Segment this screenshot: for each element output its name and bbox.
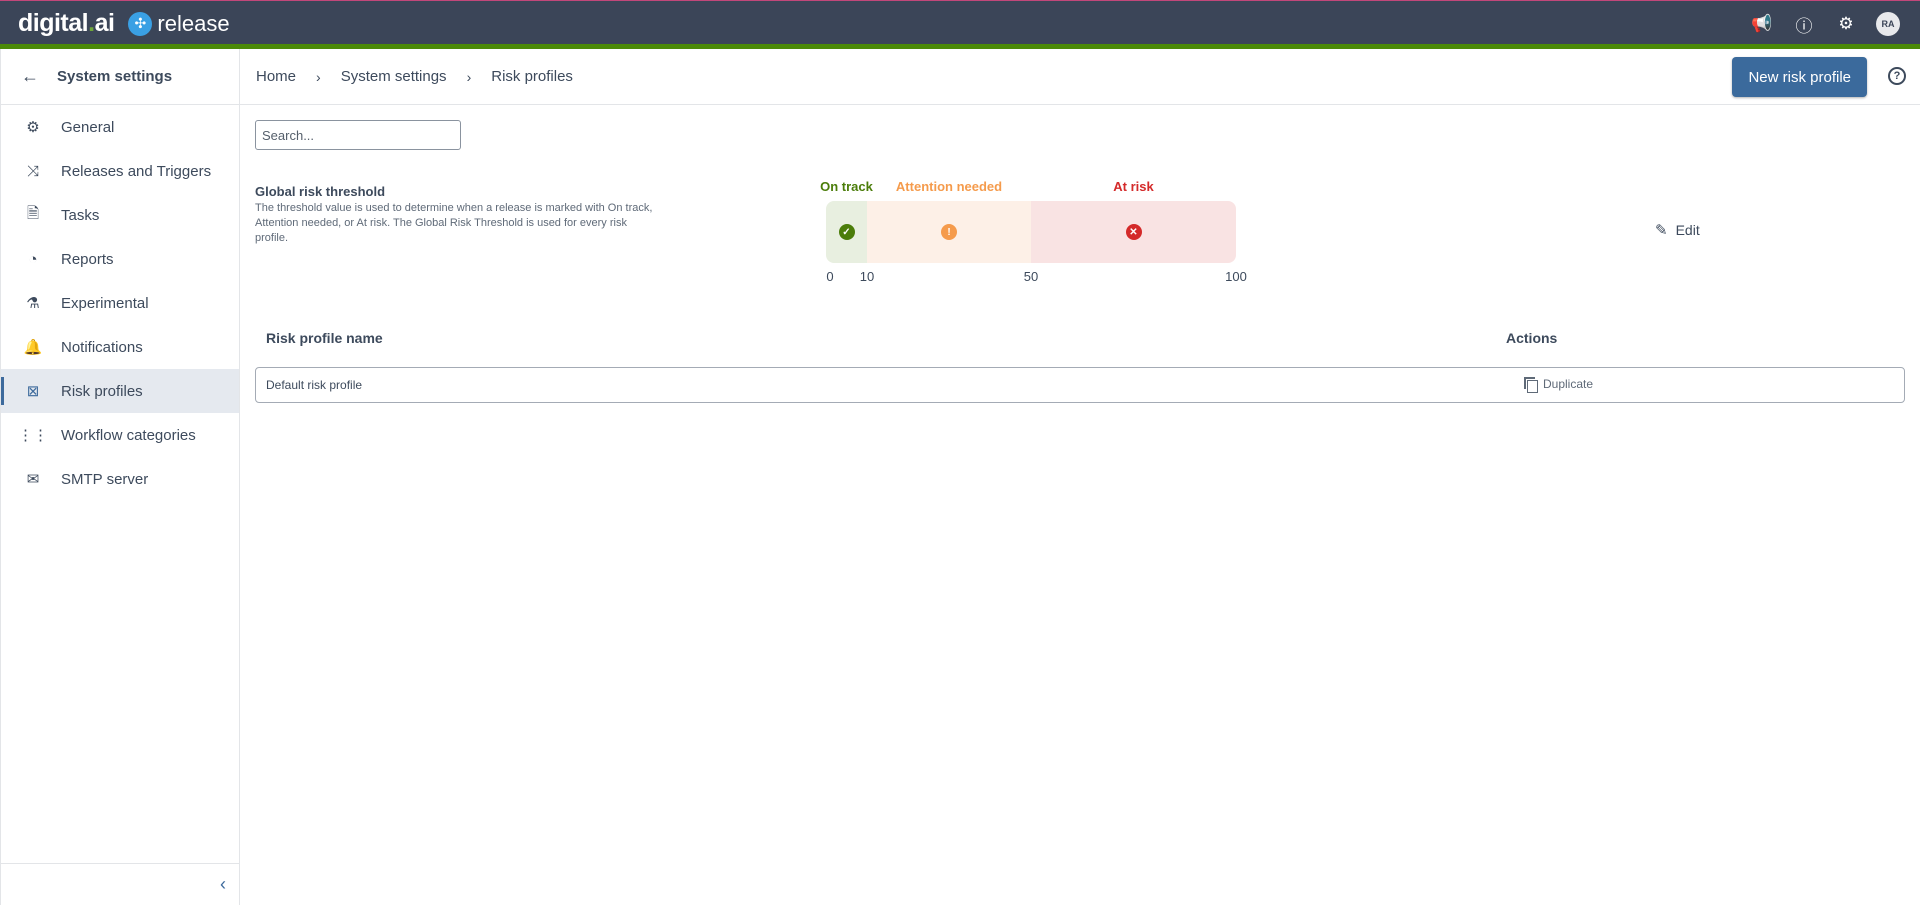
sidebar-item-releases-and-triggers[interactable]: ⤨ Releases and Triggers (1, 149, 239, 193)
segment-label: On track (820, 179, 873, 194)
table-row[interactable]: Default risk profile Duplicate (255, 367, 1905, 403)
edit-label: Edit (1675, 222, 1700, 238)
error-circle-icon: ✕ (1125, 224, 1142, 240)
sidebar-item-label: Releases and Triggers (61, 162, 212, 180)
mail-icon: ✉ (26, 471, 40, 488)
breadcrumb-risk-profiles: Risk profiles (491, 68, 573, 85)
check-circle-icon: ✓ (838, 224, 855, 240)
sidebar-item-label: Workflow categories (61, 426, 196, 444)
page-header: Home › System settings › Risk profiles N… (240, 49, 1920, 105)
gear-icon: ⚙ (26, 119, 40, 136)
risk-icon: ⊠ (26, 383, 40, 400)
main-content: Home › System settings › Risk profiles N… (240, 49, 1920, 905)
brand-logo: digital.ai (18, 9, 115, 37)
help-icon[interactable]: ? (1888, 67, 1906, 85)
sidebar-item-label: Tasks (61, 206, 100, 224)
back-arrow-icon[interactable]: ← (21, 66, 57, 87)
sidebar-item-label: Reports (61, 250, 114, 268)
search-input[interactable] (255, 120, 461, 150)
threshold-tick-label: 0 (826, 269, 834, 284)
app-logo[interactable]: digital.ai ✣ release (18, 9, 230, 38)
sidebar-item-label: Risk profiles (61, 382, 143, 400)
chevron-right-icon: › (316, 68, 321, 85)
risk-profile-name[interactable]: Default risk profile (266, 378, 362, 392)
top-navigation-bar: digital.ai ✣ release 📢 ⓘ ⚙ RA (0, 0, 1920, 49)
global-risk-threshold-info: Global risk threshold The threshold valu… (255, 184, 655, 246)
threshold-segment-attention-needed: ! (867, 201, 1031, 263)
workflow-icon: ⋮⋮ (18, 427, 48, 444)
warning-circle-icon: ! (941, 224, 957, 240)
threshold-tick-label: 10 (859, 269, 875, 284)
sidebar-item-notifications[interactable]: 🔔 Notifications (1, 325, 239, 369)
sidebar-footer: ‹ (1, 863, 240, 905)
task-file-icon: 🗎 (26, 204, 40, 222)
help-icon[interactable]: ⓘ (1792, 12, 1816, 36)
sidebar-item-reports[interactable]: ◔ Reports (1, 237, 239, 281)
chevron-right-icon: › (466, 68, 472, 85)
copy-icon (1524, 377, 1538, 393)
release-logo-icon: ✣ (128, 11, 153, 36)
product-name: release (157, 10, 230, 36)
sidebar-item-risk-profiles[interactable]: ⊠ Risk profiles (1, 369, 239, 413)
sidebar-header: ← System settings (1, 49, 239, 105)
breadcrumb-system-settings[interactable]: System settings (341, 68, 447, 85)
duplicate-label: Duplicate (1543, 377, 1594, 391)
megaphone-icon[interactable]: 📢 (1750, 12, 1774, 36)
breadcrumb-home[interactable]: Home (256, 68, 296, 85)
settings-sidebar: ← System settings ⚙ General ⤨ Releases and … (0, 49, 240, 905)
column-header-name: Risk profile name (266, 330, 383, 346)
edit-threshold-button[interactable]: ✎ Edit (1655, 221, 1700, 239)
threshold-title: Global risk threshold (255, 184, 386, 199)
sidebar-item-label: Notifications (61, 338, 143, 356)
threshold-tick-label: 100 (1225, 269, 1247, 284)
threshold-segment-on-track: ✓ (826, 201, 867, 263)
sidebar-item-label: Experimental (61, 294, 149, 312)
duplicate-button[interactable]: Duplicate (1524, 377, 1594, 393)
sidebar-title: System settings (57, 68, 173, 85)
sidebar-item-general[interactable]: ⚙ General (1, 105, 239, 149)
sidebar-item-tasks[interactable]: 🗎 Tasks (1, 193, 239, 237)
sidebar-item-workflow-categories[interactable]: ⋮⋮ Workflow categories (1, 413, 239, 457)
bell-icon: 🔔 (23, 339, 43, 356)
sidebar-item-experimental[interactable]: ⚗ Experimental (1, 281, 239, 325)
column-header-actions: Actions (1506, 330, 1558, 346)
threshold-tick-label: 50 (1023, 269, 1039, 284)
risk-threshold-bar: On track Attention needed At risk ✓! ✕ 0 10 5… (820, 179, 1247, 289)
segment-label: At risk (1113, 179, 1154, 194)
gear-icon[interactable]: ⚙ (1834, 12, 1858, 36)
threshold-segment-at-risk: ✕ (1031, 201, 1236, 263)
segment-label: Attention needed (895, 179, 1003, 194)
user-avatar[interactable]: RA (1876, 12, 1900, 36)
pencil-icon: ✎ (1655, 222, 1668, 239)
sidebar-item-label: General (61, 118, 115, 136)
collapse-sidebar-icon[interactable]: ‹ (220, 874, 226, 895)
threshold-description: The threshold value is used to determine… (255, 202, 653, 244)
new-risk-profile-button[interactable]: New risk profile (1732, 57, 1867, 97)
pie-chart-icon: ◔ (28, 250, 38, 268)
flask-icon: ⚗ (26, 295, 40, 312)
sidebar-item-smtp-server[interactable]: ✉ SMTP server (1, 457, 239, 501)
sidebar-item-label: SMTP server (61, 470, 149, 488)
shuffle-icon: ⤨ (26, 162, 39, 180)
